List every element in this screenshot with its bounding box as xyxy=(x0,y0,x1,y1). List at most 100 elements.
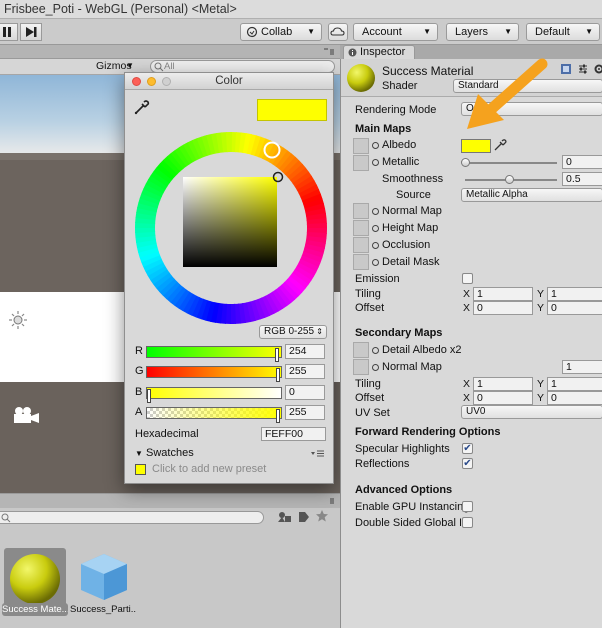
swatches-label[interactable]: Swatches xyxy=(146,447,194,459)
layout-dropdown[interactable]: Default ▼ xyxy=(526,23,600,41)
object-picker-icon[interactable] xyxy=(372,347,379,354)
hue-wheel-picker[interactable] xyxy=(133,130,329,326)
add-preset-hint[interactable]: Click to add new preset xyxy=(152,463,266,475)
account-dropdown[interactable]: Account ▼ xyxy=(353,23,438,41)
slider-handle[interactable] xyxy=(275,348,279,362)
emission-checkbox[interactable] xyxy=(462,273,473,284)
slider-handle[interactable] xyxy=(461,158,470,167)
project-search-input[interactable] xyxy=(0,511,264,524)
cloud-button[interactable] xyxy=(328,23,348,41)
gpu-instancing-checkbox[interactable] xyxy=(462,501,473,512)
channel-label: B xyxy=(135,386,143,398)
project-panel: Success Mate... Success_Parti... xyxy=(0,493,340,628)
step-icon xyxy=(26,27,37,37)
normal-map-texture-slot[interactable] xyxy=(353,203,369,219)
pane-menu-icon[interactable] xyxy=(323,48,335,56)
albedo-texture-slot[interactable] xyxy=(353,138,369,154)
step-button[interactable] xyxy=(20,23,42,41)
double-sided-gi-checkbox[interactable] xyxy=(462,517,473,528)
alpha-slider[interactable] xyxy=(146,407,282,423)
offset-x-field[interactable]: 0 xyxy=(473,301,533,315)
layers-dropdown[interactable]: Layers ▼ xyxy=(446,23,519,41)
tab-inspector[interactable]: Inspector xyxy=(343,45,415,59)
blue-slider[interactable] xyxy=(146,387,282,403)
filter-by-label-icon[interactable] xyxy=(297,510,311,524)
uv-set-dropdown[interactable]: UV0 xyxy=(461,405,602,419)
slider-handle[interactable] xyxy=(147,389,151,403)
filter-by-type-icon[interactable] xyxy=(276,510,294,524)
slider-handle[interactable] xyxy=(276,409,280,423)
color-mode-dropdown[interactable]: RGB 0-255 ⇕ xyxy=(259,325,327,339)
object-picker-icon[interactable] xyxy=(372,259,379,266)
preset-sliders-icon[interactable] xyxy=(577,63,589,75)
asset-label[interactable]: Success_Parti... xyxy=(70,603,136,616)
detail-albedo-label: Detail Albedo x2 xyxy=(372,344,462,356)
offset-y-field[interactable]: 0 xyxy=(547,301,602,315)
main-maps-header: Main Maps xyxy=(355,123,412,135)
blue-value-field[interactable]: 0 xyxy=(285,385,325,400)
object-picker-icon[interactable] xyxy=(372,159,379,166)
detail-normal-scale-field[interactable]: 1 xyxy=(562,360,602,374)
occlusion-texture-slot[interactable] xyxy=(353,237,369,253)
height-map-texture-slot[interactable] xyxy=(353,220,369,236)
tiling-y-field[interactable]: 1 xyxy=(547,287,602,301)
favorite-star-icon[interactable] xyxy=(315,509,329,523)
red-slider[interactable] xyxy=(146,346,282,362)
tiling2-x-field[interactable]: 1 xyxy=(473,377,533,391)
prefab-cube-icon[interactable] xyxy=(75,548,133,606)
object-picker-icon[interactable] xyxy=(372,242,379,249)
specular-highlights-checkbox[interactable]: ✔ xyxy=(462,443,473,454)
height-map-label: Height Map xyxy=(372,222,438,234)
tiling-x-field[interactable]: 1 xyxy=(473,287,533,301)
help-book-icon[interactable] xyxy=(560,63,572,75)
eyedropper-icon[interactable] xyxy=(133,98,151,116)
tiling2-y-field[interactable]: 1 xyxy=(547,377,602,391)
minimize-icon[interactable] xyxy=(147,77,156,86)
offset2-y-field[interactable]: 0 xyxy=(547,391,602,405)
window-title: Frisbee_Poti - WebGL (Personal) <Metal> xyxy=(4,2,237,16)
asset-success-material-thumb[interactable] xyxy=(4,548,66,610)
metallic-value-field[interactable]: 0 xyxy=(562,155,602,169)
green-value-field[interactable]: 255 xyxy=(285,364,325,379)
object-picker-icon[interactable] xyxy=(372,142,379,149)
albedo-color-field[interactable] xyxy=(461,139,491,153)
eyedropper-icon[interactable] xyxy=(493,138,507,152)
gear-icon[interactable] xyxy=(593,63,602,75)
cloud-sync-icon xyxy=(246,26,258,38)
chevron-down-icon: ▼ xyxy=(504,27,512,36)
layers-label: Layers xyxy=(455,26,489,38)
metallic-slider[interactable] xyxy=(465,162,557,164)
detail-albedo-texture-slot[interactable] xyxy=(353,342,369,358)
object-picker-icon[interactable] xyxy=(372,364,379,371)
pause-button[interactable] xyxy=(0,23,18,41)
slider-handle[interactable] xyxy=(505,175,514,184)
emission-label: Emission xyxy=(355,273,400,285)
y-label: Y xyxy=(537,378,545,390)
hex-input[interactable]: FEFF00 xyxy=(261,427,326,441)
detail-mask-texture-slot[interactable] xyxy=(353,254,369,270)
pane-menu-icon[interactable] xyxy=(323,497,335,505)
account-label: Account xyxy=(362,26,402,38)
x-label: X xyxy=(463,302,471,314)
detail-normal-texture-slot[interactable] xyxy=(353,359,369,375)
reflections-checkbox[interactable]: ✔ xyxy=(462,458,473,469)
disclosure-triangle-icon[interactable]: ▼ xyxy=(135,449,143,458)
source-dropdown[interactable]: Metallic Alpha xyxy=(461,188,602,202)
metallic-texture-slot[interactable] xyxy=(353,155,369,171)
search-placeholder: All xyxy=(164,61,175,72)
swatches-menu-icon[interactable] xyxy=(311,450,325,458)
rendering-mode-label: Rendering Mode xyxy=(355,104,437,116)
slider-handle[interactable] xyxy=(276,368,280,382)
alpha-value-field[interactable]: 255 xyxy=(285,405,325,420)
green-slider[interactable] xyxy=(146,366,282,382)
asset-label[interactable]: Success Mate... xyxy=(2,603,68,616)
collab-button[interactable]: Collab ▼ xyxy=(240,23,322,41)
object-picker-icon[interactable] xyxy=(372,208,379,215)
close-icon[interactable] xyxy=(132,77,141,86)
smoothness-value-field[interactable]: 0.5 xyxy=(562,172,602,186)
preset-swatch[interactable] xyxy=(135,464,146,475)
red-value-field[interactable]: 254 xyxy=(285,344,325,359)
object-picker-icon[interactable] xyxy=(372,225,379,232)
detail-normal-label: Normal Map xyxy=(372,361,442,373)
offset2-x-field[interactable]: 0 xyxy=(473,391,533,405)
